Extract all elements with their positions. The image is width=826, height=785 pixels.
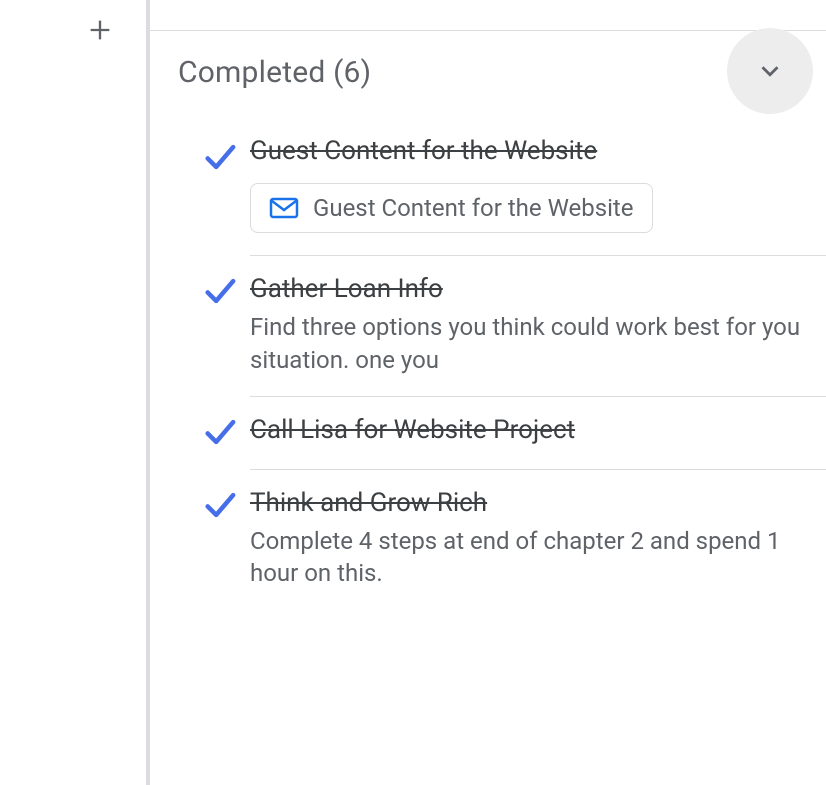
task-description: Find three options you think could work … [250,311,802,376]
chevron-down-icon [755,56,785,86]
task-row[interactable]: Guest Content for the Website Guest Cont… [150,116,826,255]
task-title: Guest Content for the Website [250,134,802,169]
task-row[interactable]: Gather Loan Info Find three options you … [150,256,826,396]
mail-icon [269,196,299,220]
task-description: Complete 4 steps at end of chapter 2 and… [250,525,802,590]
check-icon[interactable] [202,415,236,449]
completed-section-header[interactable]: Completed (6) [150,31,826,98]
attachment-label: Guest Content for the Website [313,194,634,222]
plus-icon [86,16,114,44]
task-title: Gather Loan Info [250,272,802,307]
section-title: Completed (6) [178,55,371,90]
collapse-button[interactable] [727,28,813,114]
email-attachment[interactable]: Guest Content for the Website [250,183,653,233]
check-icon[interactable] [202,140,236,174]
check-icon[interactable] [202,274,236,308]
completed-task-list: Guest Content for the Website Guest Cont… [150,98,826,610]
task-row[interactable]: Call Lisa for Website Project [150,397,826,469]
left-rail [0,0,150,785]
task-row[interactable]: Think and Grow Rich Complete 4 steps at … [150,470,826,610]
task-title: Call Lisa for Website Project [250,413,802,448]
check-icon[interactable] [202,488,236,522]
main-panel: Completed (6) Guest Content for the Webs… [150,0,826,785]
task-title: Think and Grow Rich [250,486,802,521]
add-task-button[interactable] [78,8,122,52]
